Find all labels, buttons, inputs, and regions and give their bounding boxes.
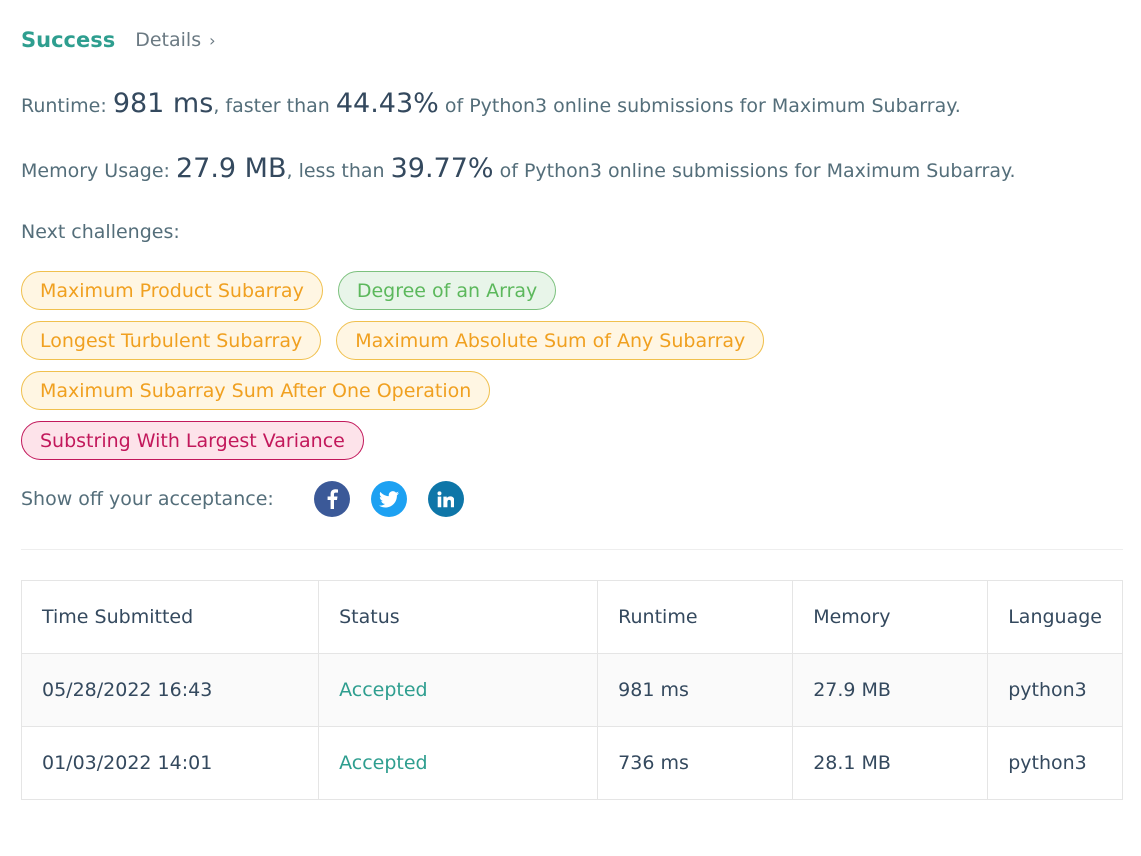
table-row: 01/03/2022 14:01 Accepted 736 ms 28.1 MB… — [20, 726, 1123, 800]
time-submitted-cell: 01/03/2022 14:01 — [20, 726, 320, 800]
challenge-tag[interactable]: Maximum Subarray Sum After One Operation — [21, 371, 491, 410]
facebook-icon[interactable] — [313, 481, 350, 517]
details-link[interactable]: Details › — [135, 29, 215, 51]
memory-percent: 39.77% — [390, 153, 494, 184]
twitter-icon[interactable] — [370, 481, 407, 517]
language-cell: python3 — [987, 653, 1123, 727]
details-label: Details — [135, 29, 202, 51]
status-link[interactable]: Accepted — [318, 726, 599, 800]
column-header: Memory — [792, 580, 989, 654]
challenge-tag[interactable]: Substring With Largest Variance — [21, 421, 364, 460]
column-header: Time Submitted — [20, 580, 320, 654]
share-label: Show off your acceptance: — [21, 488, 274, 510]
submissions-table: Time Submitted Status Runtime Memory Lan… — [20, 580, 1123, 800]
column-header: Runtime — [597, 580, 794, 654]
divider — [21, 549, 1123, 550]
runtime-value: 981 ms — [112, 88, 214, 119]
language-cell: python3 — [987, 726, 1123, 800]
memory-value: 27.9 MB — [175, 153, 287, 184]
next-challenges-list: Maximum Product Subarray Degree of an Ar… — [21, 271, 1021, 471]
column-header: Language — [987, 580, 1123, 654]
runtime-cell: 736 ms — [597, 726, 794, 800]
runtime-stat: Runtime: 981 ms, faster than 44.43% of P… — [21, 88, 961, 119]
memory-cell: 28.1 MB — [792, 726, 989, 800]
challenge-tag[interactable]: Longest Turbulent Subarray — [21, 321, 322, 360]
runtime-percent: 44.43% — [335, 88, 439, 119]
runtime-suffix: of Python3 online submissions for Maximu… — [444, 95, 961, 117]
runtime-comparison: , faster than — [213, 95, 330, 117]
table-row: 05/28/2022 16:43 Accepted 981 ms 27.9 MB… — [20, 653, 1123, 727]
memory-cell: 27.9 MB — [792, 653, 989, 727]
memory-comparison: , less than — [286, 160, 385, 182]
status-link[interactable]: Accepted — [318, 653, 599, 727]
table-header-row: Time Submitted Status Runtime Memory Lan… — [20, 580, 1123, 654]
result-header: Success Details › — [21, 28, 216, 52]
memory-suffix: of Python3 online submissions for Maximu… — [499, 160, 1016, 182]
challenge-tag[interactable]: Maximum Absolute Sum of Any Subarray — [336, 321, 765, 360]
challenge-tag[interactable]: Degree of an Array — [337, 271, 557, 310]
memory-label: Memory Usage: — [21, 160, 170, 182]
share-section: Show off your acceptance: — [21, 481, 485, 517]
success-status: Success — [21, 28, 116, 52]
memory-stat: Memory Usage: 27.9 MB, less than 39.77% … — [21, 153, 1016, 184]
linkedin-icon[interactable] — [427, 481, 464, 517]
challenge-tag[interactable]: Maximum Product Subarray — [21, 271, 323, 310]
time-submitted-cell: 05/28/2022 16:43 — [20, 653, 320, 727]
column-header: Status — [318, 580, 599, 654]
runtime-label: Runtime: — [21, 95, 107, 117]
chevron-right-icon: › — [209, 30, 216, 50]
runtime-cell: 981 ms — [597, 653, 794, 727]
next-challenges-label: Next challenges: — [21, 221, 180, 243]
